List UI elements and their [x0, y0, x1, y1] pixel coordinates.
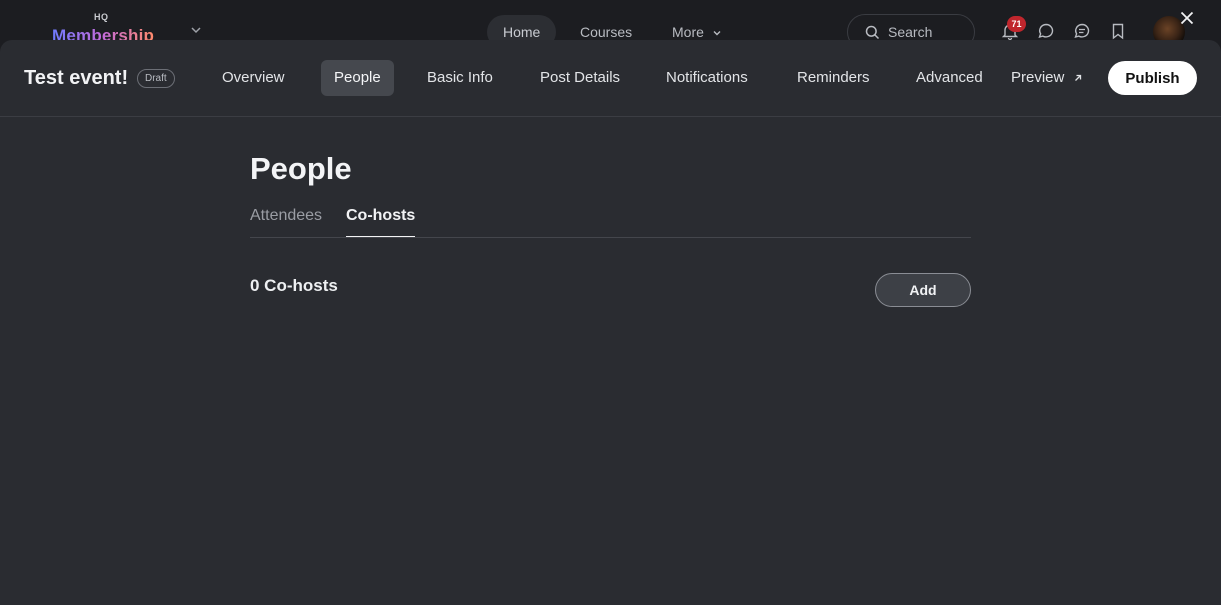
- tab-people[interactable]: People: [321, 60, 394, 96]
- bookmark-icon[interactable]: [1109, 22, 1127, 40]
- tab-cohosts[interactable]: Co-hosts: [346, 206, 416, 238]
- tab-advanced[interactable]: Advanced: [916, 60, 983, 96]
- close-icon[interactable]: [1179, 10, 1195, 26]
- tab-overview[interactable]: Overview: [222, 60, 285, 96]
- tab-preview[interactable]: Preview: [1011, 60, 1083, 96]
- tab-post-details[interactable]: Post Details: [540, 60, 620, 96]
- brand-logo[interactable]: HQ Membership: [52, 10, 172, 44]
- search-placeholder: Search: [888, 24, 933, 40]
- tab-reminders[interactable]: Reminders: [797, 60, 870, 96]
- logo-top-text: HQ: [94, 12, 109, 22]
- tabs-divider: [250, 237, 971, 238]
- messages-icon[interactable]: [1073, 22, 1091, 40]
- tab-attendees[interactable]: Attendees: [250, 206, 322, 238]
- page-title: People: [250, 151, 352, 186]
- event-editor-header: Test event! Draft Overview People Basic …: [0, 40, 1221, 117]
- chevron-down-icon[interactable]: [190, 24, 202, 36]
- notification-badge: 71: [1007, 16, 1026, 32]
- publish-button[interactable]: Publish: [1108, 61, 1197, 95]
- event-editor-sheet: Test event! Draft Overview People Basic …: [0, 40, 1221, 605]
- external-link-icon: [1074, 74, 1081, 81]
- chat-bubble-icon[interactable]: [1037, 22, 1055, 40]
- search-icon: [865, 25, 880, 40]
- tab-notifications[interactable]: Notifications: [666, 60, 748, 96]
- nav-more-label: More: [672, 24, 704, 40]
- status-badge: Draft: [137, 69, 175, 88]
- event-title: Test event!: [24, 67, 129, 89]
- chevron-down-icon: [713, 31, 721, 36]
- tab-basic-info[interactable]: Basic Info: [427, 60, 493, 96]
- cohost-count: 0 Co-hosts: [250, 276, 338, 295]
- preview-label: Preview: [1011, 69, 1065, 86]
- add-cohost-button[interactable]: Add: [875, 273, 971, 307]
